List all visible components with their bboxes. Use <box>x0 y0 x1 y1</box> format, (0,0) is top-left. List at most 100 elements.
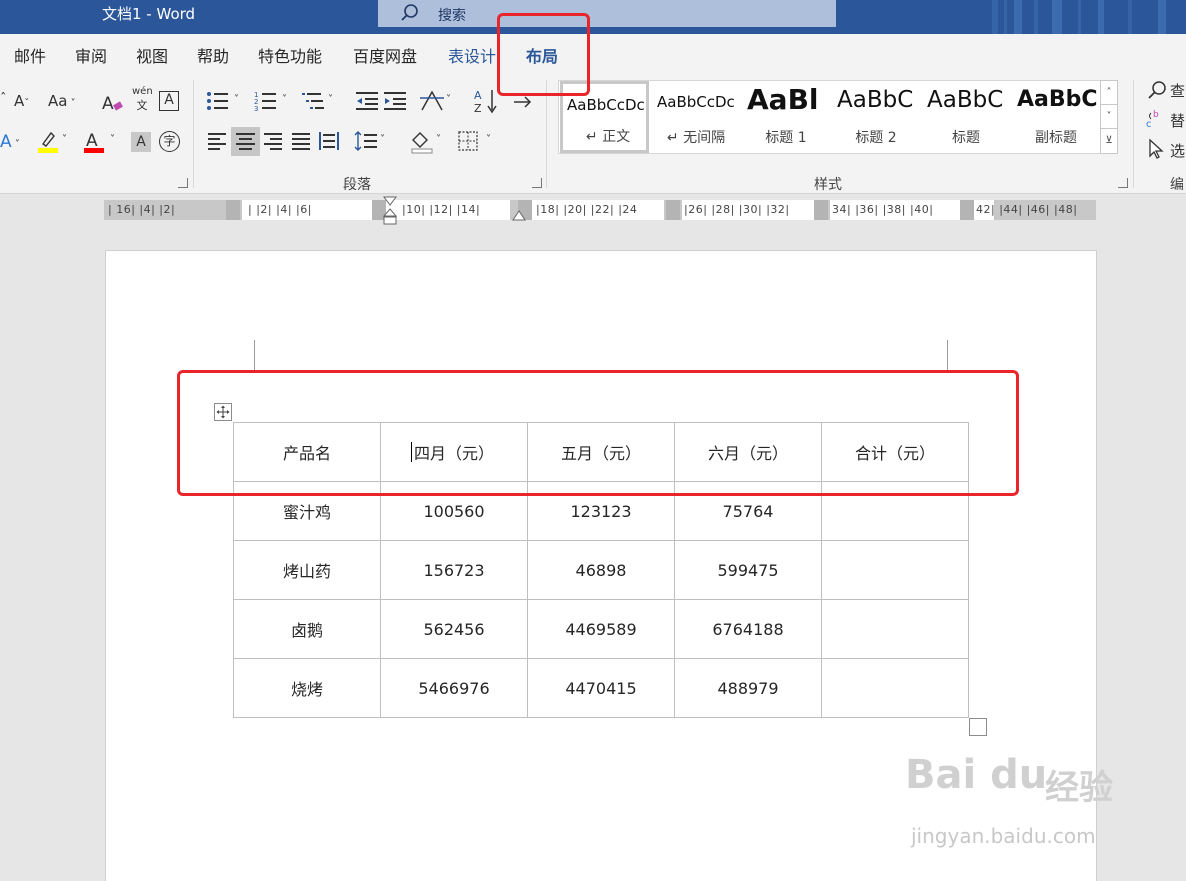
style-heading-2[interactable]: AaBbC 标题 2 <box>831 81 921 153</box>
tab-view[interactable]: 视图 <box>136 43 168 67</box>
highlight-dropdown-icon[interactable]: ˅ <box>62 134 67 145</box>
styles-gallery: AaBbCcDc ↵ 正文 AaBbCcDc ↵ 无间隔 AaBl 标题 1 A… <box>558 80 1118 154</box>
table-cell[interactable] <box>821 658 969 718</box>
decrease-indent-icon[interactable] <box>356 90 378 112</box>
window-title: 文档1 - Word <box>102 5 196 23</box>
table-cell[interactable]: 烤山药 <box>233 540 381 600</box>
font-grow-partial[interactable]: ˆ <box>0 92 7 107</box>
styles-group-launcher-icon[interactable] <box>1118 178 1128 188</box>
enclose-characters-button[interactable]: 字 <box>159 131 180 152</box>
table-cell[interactable]: 46898 <box>527 540 675 600</box>
style-name: 副标题 <box>1035 130 1077 146</box>
search-box[interactable]: 搜索 <box>378 0 836 27</box>
increase-indent-icon[interactable] <box>384 90 406 112</box>
font-group-launcher-icon[interactable] <box>178 178 188 188</box>
table-cell[interactable]: 488979 <box>674 658 822 718</box>
character-shading-button[interactable]: A <box>131 132 151 152</box>
style-heading-1[interactable]: AaBl 标题 1 <box>741 81 831 153</box>
find-icon[interactable] <box>1147 80 1167 100</box>
borders-dropdown-icon[interactable]: ˅ <box>486 134 491 145</box>
group-separator <box>546 80 547 188</box>
tab-table-design[interactable]: 表设计 <box>448 43 496 67</box>
table-cell[interactable]: 烧烤 <box>233 658 381 718</box>
watermark-cn: 经验 <box>1045 768 1113 808</box>
text-effects-partial[interactable]: A ˅ <box>0 132 20 152</box>
numbering-icon[interactable]: 123 <box>254 90 278 113</box>
tab-baidu-netdisk[interactable]: 百度网盘 <box>353 43 417 67</box>
table-cell[interactable]: 6764188 <box>674 599 822 659</box>
ruler-column-marker[interactable] <box>814 200 828 220</box>
table-cell[interactable] <box>821 599 969 659</box>
crop-mark <box>947 340 948 370</box>
select-cursor-icon[interactable] <box>1148 138 1166 160</box>
font-color-icon[interactable]: A <box>84 130 104 154</box>
gallery-up-icon[interactable]: ˄ <box>1101 81 1117 105</box>
table-cell[interactable]: 4470415 <box>527 658 675 718</box>
search-icon <box>401 4 418 21</box>
phonetic-guide-button[interactable]: wén 文 <box>132 86 153 113</box>
ruler-scale: | 16| |4| |2| <box>108 203 176 216</box>
style-title[interactable]: AaBbC 标题 <box>921 81 1011 153</box>
style-name: 标题 <box>952 130 980 146</box>
tab-mailings[interactable]: 邮件 <box>14 43 46 67</box>
ruler-scale: 42| |44| |46| |48| <box>976 203 1078 216</box>
bullets-icon[interactable] <box>206 90 230 112</box>
sort-icon[interactable]: AZ <box>474 88 498 115</box>
table-cell[interactable]: 599475 <box>674 540 822 600</box>
replace-label[interactable]: 替 <box>1170 110 1185 131</box>
select-label[interactable]: 选 <box>1170 140 1185 161</box>
tab-special-features[interactable]: 特色功能 <box>258 43 322 67</box>
table-cell[interactable]: 156723 <box>380 540 528 600</box>
numbering-dropdown-icon[interactable]: ˅ <box>282 94 287 105</box>
crop-mark <box>254 340 255 370</box>
align-left-icon[interactable] <box>206 130 228 152</box>
align-right-icon[interactable] <box>262 130 284 152</box>
style-sample: AaBl <box>747 83 819 116</box>
style-name: ↵ 无间隔 <box>666 130 726 146</box>
multilevel-dropdown-icon[interactable]: ˅ <box>328 94 333 105</box>
borders-icon[interactable] <box>458 131 478 151</box>
chinese-layout-dropdown-icon[interactable]: ˅ <box>446 94 451 105</box>
align-center-icon[interactable] <box>231 127 260 156</box>
table-cell[interactable]: 562456 <box>380 599 528 659</box>
change-case-label: Aa <box>48 92 68 110</box>
svg-text:b: b <box>1153 110 1159 120</box>
tab-help[interactable]: 帮助 <box>197 43 229 67</box>
chinese-layout-icon[interactable] <box>420 90 444 112</box>
replace-icon[interactable]: bc <box>1146 108 1166 130</box>
justify-icon[interactable] <box>290 130 312 152</box>
distributed-icon[interactable] <box>318 130 340 152</box>
tab-review[interactable]: 审阅 <box>75 43 107 67</box>
character-border-button[interactable]: A <box>159 91 179 111</box>
gallery-more-icon[interactable]: ⊻ <box>1101 129 1117 153</box>
table-cell[interactable]: 4469589 <box>527 599 675 659</box>
font-color-dropdown-icon[interactable]: ˅ <box>110 134 115 145</box>
table-cell[interactable] <box>821 540 969 600</box>
indent-marker-icon[interactable] <box>383 196 397 226</box>
highlight-layout-tab <box>497 13 590 96</box>
paragraph-group-launcher-icon[interactable] <box>532 178 542 188</box>
line-spacing-icon[interactable] <box>354 130 378 152</box>
svg-text:Z: Z <box>474 102 482 114</box>
change-case-button[interactable]: Aa ˅ <box>48 92 76 110</box>
table-cell[interactable]: 5466976 <box>380 658 528 718</box>
shrink-font-button[interactable]: Aˇ <box>14 92 29 110</box>
gallery-down-icon[interactable]: ˅ <box>1101 105 1117 129</box>
multilevel-list-icon[interactable] <box>302 90 326 112</box>
table-cell[interactable]: 卤鹅 <box>233 599 381 659</box>
right-indent-marker-icon[interactable] <box>512 210 526 222</box>
highlight-icon[interactable] <box>38 130 58 154</box>
find-label[interactable]: 查 <box>1170 80 1185 101</box>
shading-icon[interactable] <box>410 130 434 154</box>
table-resize-handle[interactable] <box>969 718 987 736</box>
clear-format-icon[interactable]: A <box>102 92 124 114</box>
bullets-dropdown-icon[interactable]: ˅ <box>234 94 239 105</box>
ruler-column-marker[interactable] <box>226 200 240 220</box>
horizontal-ruler[interactable]: | 16| |4| |2| | |2| |4| |6| |10| |12| |1… <box>104 196 1096 225</box>
line-spacing-dropdown-icon[interactable]: ˅ <box>380 134 385 145</box>
ruler-column-marker[interactable] <box>666 200 680 220</box>
shading-dropdown-icon[interactable]: ˅ <box>436 134 441 145</box>
table-row: 烤山药 156723 46898 599475 <box>233 540 969 600</box>
ruler-column-marker[interactable] <box>960 200 974 220</box>
style-no-spacing[interactable]: AaBbCcDc ↵ 无间隔 <box>651 81 741 153</box>
